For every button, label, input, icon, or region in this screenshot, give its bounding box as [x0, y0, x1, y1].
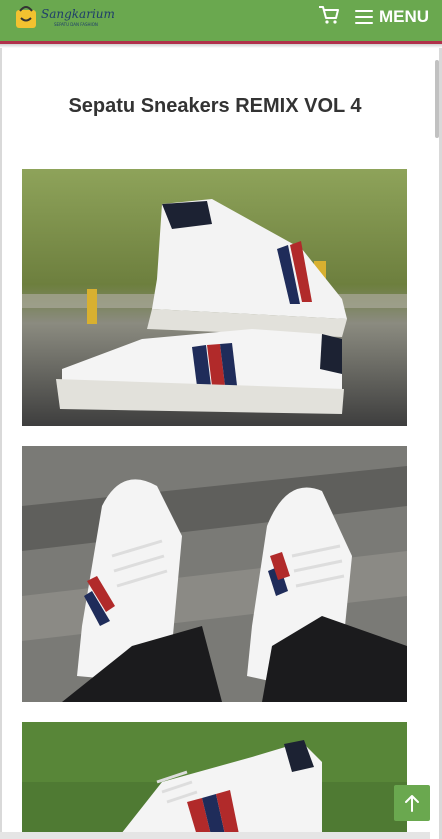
product-photo-2[interactable] [22, 446, 407, 702]
cart-icon[interactable] [318, 5, 340, 25]
menu-button[interactable]: MENU [355, 4, 429, 30]
hamburger-icon [355, 10, 373, 24]
header-shadow [0, 44, 442, 48]
arrow-up-icon [405, 795, 419, 812]
menu-label: MENU [379, 7, 430, 26]
site-header: Sangkarium SEPATU DAN FASHION MENU [0, 0, 442, 44]
scrollbar-thumb[interactable] [435, 60, 439, 138]
horizontal-scrollbar[interactable] [0, 832, 430, 839]
site-logo[interactable]: Sangkarium SEPATU DAN FASHION [14, 2, 124, 30]
svg-text:Sangkarium: Sangkarium [41, 7, 115, 21]
svg-text:SEPATU DAN FASHION: SEPATU DAN FASHION [54, 22, 98, 27]
page-title: Sepatu Sneakers REMIX VOL 4 [68, 95, 362, 117]
back-to-top-button[interactable] [394, 785, 430, 821]
product-photo-3[interactable] [22, 722, 407, 839]
product-photo-1[interactable] [22, 169, 407, 426]
page-frame-left [0, 48, 2, 839]
